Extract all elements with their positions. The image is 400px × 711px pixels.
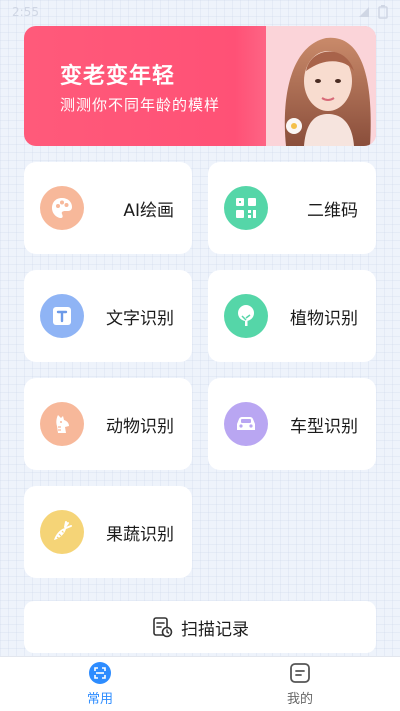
animal-icon	[40, 402, 84, 446]
tab-mine[interactable]: 我的	[200, 657, 400, 711]
card-ai-painting[interactable]: AI绘画	[24, 162, 192, 254]
card-label: 车型识别	[290, 416, 358, 437]
tab-common-label: 常用	[86, 692, 113, 707]
carrot-icon	[40, 510, 84, 554]
battery-icon	[378, 5, 388, 19]
status-icons	[358, 5, 388, 19]
text-icon	[40, 294, 84, 338]
scan-icon	[89, 662, 111, 684]
profile-icon	[290, 663, 310, 683]
card-fruit-veg-recognition[interactable]: 果蔬识别	[24, 486, 192, 578]
banner-title: 变老变年轻	[60, 64, 176, 89]
card-label: 植物识别	[290, 308, 358, 329]
scan-record-button[interactable]: 扫描记录	[24, 601, 376, 653]
status-bar: 2:55	[0, 0, 400, 24]
banner-subtitle: 测测你不同年龄的模样	[60, 96, 221, 114]
card-animal-recognition[interactable]: 动物识别	[24, 378, 192, 470]
signal-icon	[359, 7, 369, 17]
card-text-recognition[interactable]: 文字识别	[24, 270, 192, 362]
bottom-tab-bar: 常用 我的	[0, 656, 400, 711]
portrait-image	[266, 26, 376, 146]
card-label: 二维码	[307, 200, 358, 221]
car-icon	[224, 402, 268, 446]
qr-code-icon	[224, 186, 268, 230]
scan-record-label: 扫描记录	[181, 619, 249, 640]
tab-common[interactable]: 常用	[0, 657, 200, 711]
plant-icon	[224, 294, 268, 338]
card-label: AI绘画	[123, 200, 174, 221]
tab-mine-label: 我的	[286, 692, 313, 707]
card-label: 文字识别	[106, 308, 174, 329]
palette-icon	[40, 186, 84, 230]
card-label: 动物识别	[106, 416, 174, 437]
scan-record-icon	[153, 617, 173, 638]
status-time: 2:55	[12, 5, 39, 19]
card-label: 果蔬识别	[106, 524, 174, 545]
card-qr-code[interactable]: 二维码	[208, 162, 376, 254]
card-car-recognition[interactable]: 车型识别	[208, 378, 376, 470]
card-plant-recognition[interactable]: 植物识别	[208, 270, 376, 362]
age-change-banner[interactable]: 变老变年轻 测测你不同年龄的模样	[24, 26, 376, 146]
